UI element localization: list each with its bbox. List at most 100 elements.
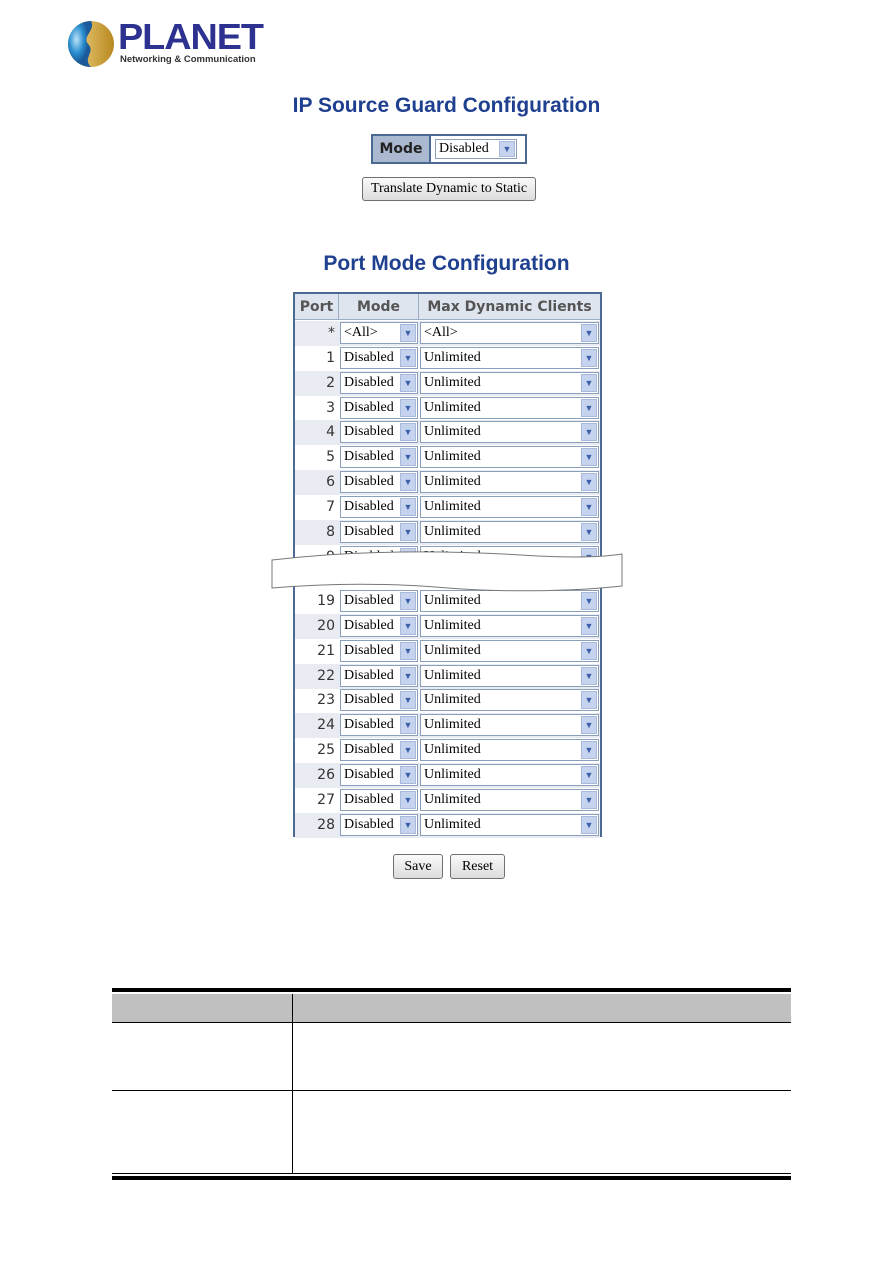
port-mode-select[interactable]: Disabled ▼ — [340, 421, 418, 443]
port-mode-select[interactable]: Disabled ▼ — [340, 714, 418, 736]
chevron-down-icon: ▼ — [400, 374, 416, 392]
mode-setting: Mode Disabled ▼ — [371, 134, 527, 164]
port-mode-select[interactable]: Disabled ▼ — [340, 397, 418, 419]
port-mode-select[interactable]: Disabled ▼ — [340, 615, 418, 637]
chevron-down-icon: ▼ — [400, 473, 416, 491]
port-number: 3 — [326, 400, 335, 416]
translate-dynamic-to-static-button[interactable]: Translate Dynamic to Static — [362, 177, 536, 201]
port-mode-select[interactable]: <All> ▼ — [340, 322, 418, 344]
port-mode-select[interactable]: Disabled ▼ — [340, 640, 418, 662]
table-row: 27 Disabled ▼ Unlimited ▼ — [295, 788, 600, 813]
port-number: 20 — [317, 618, 335, 634]
table-row: 26 Disabled ▼ Unlimited ▼ — [295, 763, 600, 788]
max-dynamic-clients-select[interactable]: Unlimited ▼ — [420, 496, 599, 518]
max-dynamic-clients-select[interactable]: Unlimited ▼ — [420, 689, 599, 711]
port-mode-select[interactable]: Disabled ▼ — [340, 372, 418, 394]
port-mode-select[interactable]: Disabled ▼ — [340, 689, 418, 711]
max-dynamic-clients-select[interactable]: Unlimited ▼ — [420, 739, 599, 761]
column-header-port: Port — [295, 294, 339, 320]
port-number: 27 — [317, 792, 335, 808]
max-dynamic-clients-value: Unlimited — [424, 524, 481, 539]
max-dynamic-clients-select[interactable]: Unlimited ▼ — [420, 814, 599, 836]
port-mode-select[interactable]: Disabled ▼ — [340, 347, 418, 369]
max-dynamic-clients-select[interactable]: Unlimited ▼ — [420, 615, 599, 637]
port-number: 8 — [326, 524, 335, 540]
port-mode-select[interactable]: Disabled ▼ — [340, 814, 418, 836]
port-mode-select[interactable]: Disabled ▼ — [340, 739, 418, 761]
table-row: 21 Disabled ▼ Unlimited ▼ — [295, 639, 600, 664]
port-mode-select[interactable]: Disabled ▼ — [340, 789, 418, 811]
parameter-description-table — [112, 988, 791, 1180]
table-row: 25 Disabled ▼ Unlimited ▼ — [295, 738, 600, 763]
port-mode-select[interactable]: Disabled ▼ — [340, 496, 418, 518]
chevron-down-icon: ▼ — [581, 716, 597, 734]
table-row: 2 Disabled ▼ Unlimited ▼ — [295, 371, 600, 396]
chevron-down-icon: ▼ — [400, 691, 416, 709]
max-dynamic-clients-select[interactable]: Unlimited ▼ — [420, 789, 599, 811]
max-dynamic-clients-value: Unlimited — [424, 767, 481, 782]
port-mode-select[interactable]: Disabled ▼ — [340, 521, 418, 543]
planet-globe-icon — [68, 21, 114, 67]
reset-button[interactable]: Reset — [450, 854, 505, 879]
max-dynamic-clients-select[interactable]: Unlimited ▼ — [420, 421, 599, 443]
table-row: 22 Disabled ▼ Unlimited ▼ — [295, 664, 600, 689]
max-dynamic-clients-select[interactable]: Unlimited ▼ — [420, 471, 599, 493]
max-dynamic-clients-value: Unlimited — [424, 692, 481, 707]
logo-tagline: Networking & Communication — [120, 54, 256, 65]
table-row: 6 Disabled ▼ Unlimited ▼ — [295, 470, 600, 495]
chevron-down-icon: ▼ — [400, 766, 416, 784]
max-dynamic-clients-select[interactable]: Unlimited ▼ — [420, 714, 599, 736]
chevron-down-icon: ▼ — [581, 741, 597, 759]
port-mode-select[interactable]: Disabled ▼ — [340, 471, 418, 493]
max-dynamic-clients-select[interactable]: Unlimited ▼ — [420, 665, 599, 687]
max-dynamic-clients-select[interactable]: Unlimited ▼ — [420, 397, 599, 419]
max-dynamic-clients-select[interactable]: <All> ▼ — [420, 322, 599, 344]
chevron-down-icon: ▼ — [400, 741, 416, 759]
port-mode-value: Disabled — [344, 449, 394, 464]
max-dynamic-clients-select[interactable]: Unlimited ▼ — [420, 372, 599, 394]
port-number: 21 — [317, 643, 335, 659]
port-mode-value: Disabled — [344, 668, 394, 683]
max-dynamic-clients-value: Unlimited — [424, 449, 481, 464]
table-row: 1 Disabled ▼ Unlimited ▼ — [295, 346, 600, 371]
port-mode-select[interactable]: Disabled ▼ — [340, 665, 418, 687]
port-number: 24 — [317, 717, 335, 733]
chevron-down-icon: ▼ — [581, 667, 597, 685]
max-dynamic-clients-value: Unlimited — [424, 350, 481, 365]
max-dynamic-clients-value: Unlimited — [424, 643, 481, 658]
port-mode-value: Disabled — [344, 400, 394, 415]
chevron-down-icon: ▼ — [581, 423, 597, 441]
max-dynamic-clients-select[interactable]: Unlimited ▼ — [420, 446, 599, 468]
table-header-row — [112, 994, 791, 1023]
column-header-max-dynamic-clients: Max Dynamic Clients — [419, 294, 600, 320]
save-button[interactable]: Save — [393, 854, 443, 879]
port-mode-select[interactable]: Disabled ▼ — [340, 446, 418, 468]
mode-label: Mode — [373, 136, 431, 162]
max-dynamic-clients-select[interactable]: Unlimited ▼ — [420, 347, 599, 369]
port-mode-value: Disabled — [344, 692, 394, 707]
port-mode-value: Disabled — [344, 717, 394, 732]
mode-select[interactable]: Disabled ▼ — [435, 139, 517, 159]
chevron-down-icon: ▼ — [400, 617, 416, 635]
port-mode-select[interactable]: Disabled ▼ — [340, 764, 418, 786]
chevron-down-icon: ▼ — [581, 691, 597, 709]
column-header-mode: Mode — [339, 294, 419, 320]
chevron-down-icon: ▼ — [581, 324, 597, 342]
chevron-down-icon: ▼ — [581, 473, 597, 491]
max-dynamic-clients-select[interactable]: Unlimited ▼ — [420, 764, 599, 786]
chevron-down-icon: ▼ — [400, 498, 416, 516]
max-dynamic-clients-select[interactable]: Unlimited ▼ — [420, 521, 599, 543]
port-number: 23 — [317, 692, 335, 708]
max-dynamic-clients-value: Unlimited — [424, 618, 481, 633]
chevron-down-icon: ▼ — [581, 791, 597, 809]
table-row — [112, 1023, 791, 1091]
port-mode-title: Port Mode Configuration — [323, 252, 570, 275]
max-dynamic-clients-value: Unlimited — [424, 400, 481, 415]
port-mode-value: Disabled — [344, 643, 394, 658]
max-dynamic-clients-select[interactable]: Unlimited ▼ — [420, 640, 599, 662]
chevron-down-icon: ▼ — [581, 816, 597, 834]
table-row: 20 Disabled ▼ Unlimited ▼ — [295, 614, 600, 639]
max-dynamic-clients-value: Unlimited — [424, 424, 481, 439]
max-dynamic-clients-value: Unlimited — [424, 668, 481, 683]
chevron-down-icon: ▼ — [400, 324, 416, 342]
